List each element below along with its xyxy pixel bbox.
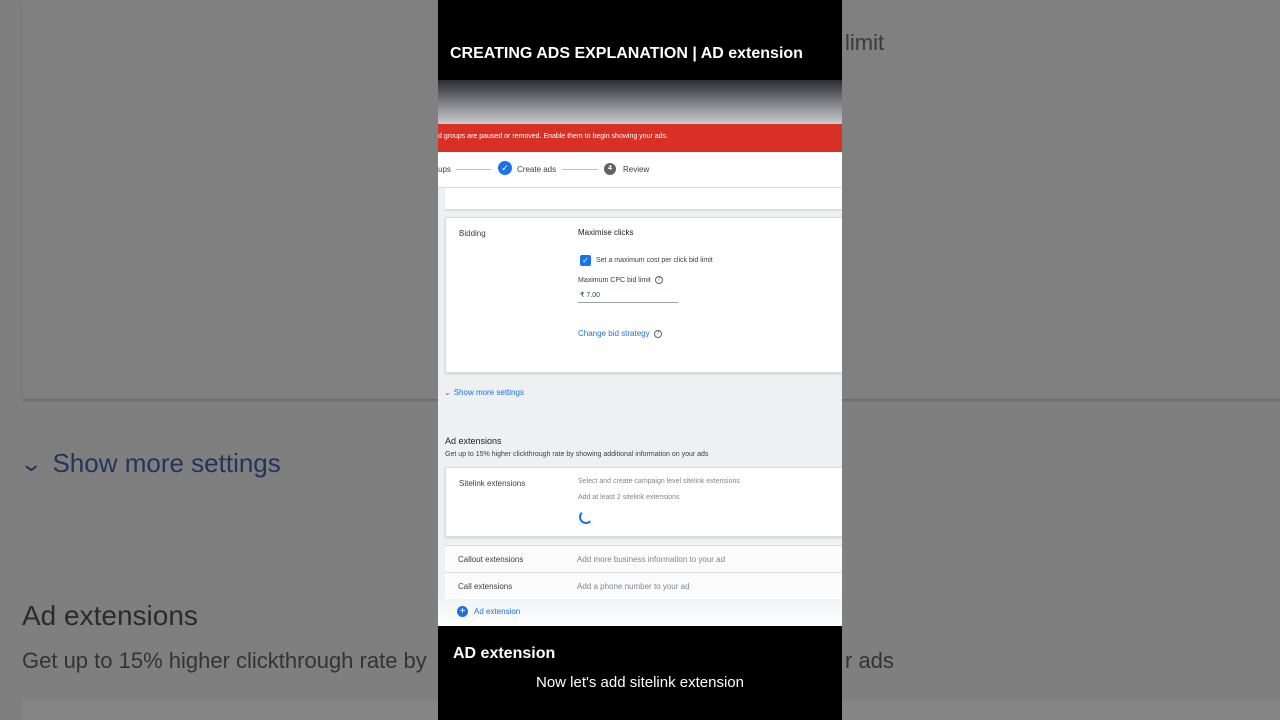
background-show-more-label: Show more settings: [52, 448, 281, 478]
caption-bar: AD extension Now let's add sitelink exte…: [438, 626, 842, 720]
chevron-down-icon: ⌄: [444, 388, 451, 397]
max-cpc-input-underline: [578, 302, 678, 303]
background-ad-extensions-title: Ad extensions: [22, 600, 198, 631]
caption-title: AD extension: [453, 645, 556, 662]
video-frame: CREATING ADS EXPLANATION | AD extension …: [438, 0, 842, 720]
bidding-label: Bidding: [459, 229, 486, 238]
call-extensions-desc: Add a phone number to your ad: [577, 582, 690, 591]
background-ads-fragment: r ads: [845, 648, 894, 673]
step-divider: [456, 169, 492, 170]
chevron-down-icon: ⌄: [19, 450, 44, 476]
screen-header: [438, 80, 842, 124]
bid-strategy-value: Maximise clicks: [578, 228, 634, 237]
step-ad-groups[interactable]: ups: [438, 165, 451, 174]
step-divider: [562, 169, 598, 170]
max-cpc-label: Maximum CPC bid limit?: [578, 276, 663, 284]
ads-screen: d groups are paused or removed. Enable t…: [438, 80, 842, 626]
plus-circle-icon: +: [457, 606, 468, 617]
step-create-ads[interactable]: Create ads: [517, 165, 556, 174]
max-cpc-label-text: Maximum CPC bid limit: [578, 276, 651, 284]
add-ad-extension-button[interactable]: + Ad extension: [457, 606, 520, 617]
background-show-more: ⌄ Show more settings: [19, 448, 281, 479]
sitelink-extensions-hint: Select and create campaign level sitelin…: [578, 478, 740, 485]
change-bid-strategy-label[interactable]: Change bid strategy: [578, 329, 650, 338]
help-icon[interactable]: ?: [654, 276, 663, 284]
show-more-settings-label[interactable]: Show more settings: [454, 388, 524, 397]
max-cpc-input[interactable]: ₹ 7.00: [580, 291, 600, 299]
step-number-badge: 4: [604, 163, 616, 175]
ad-extensions-subtitle: Get up to 15% higher clickthrough rate b…: [445, 451, 709, 458]
caption-subtitle: Now let's add sitelink extension: [536, 674, 744, 691]
step-review[interactable]: Review: [623, 165, 649, 174]
bidding-card: Bidding Maximise clicks ✓ Set a maximum …: [445, 217, 842, 373]
callout-extensions-desc: Add more business information to your ad: [577, 555, 726, 564]
show-more-settings-link[interactable]: ⌄ Show more settings: [444, 388, 524, 397]
background-limit-text: limit: [845, 30, 885, 55]
loading-spinner-icon: [579, 510, 593, 524]
max-cpc-checkbox-label[interactable]: Set a maximum cost per click bid limit: [596, 257, 713, 264]
title-bar: CREATING ADS EXPLANATION | AD extension: [438, 0, 842, 80]
background-ad-extensions-subtitle: Get up to 15% higher clickthrough rate b…: [22, 648, 427, 673]
sitelink-extensions-label: Sitelink extensions: [459, 479, 526, 488]
video-title: CREATING ADS EXPLANATION | AD extension: [450, 45, 803, 62]
callout-extensions-label: Callout extensions: [458, 555, 524, 564]
call-extensions-row[interactable]: Call extensions Add a phone number to yo…: [445, 572, 842, 599]
settings-card-top: [445, 188, 842, 210]
add-ad-extension-label[interactable]: Ad extension: [474, 607, 520, 616]
paused-alert-banner: d groups are paused or removed. Enable t…: [438, 124, 842, 152]
help-icon[interactable]: ?: [653, 329, 662, 338]
sitelink-extensions-requirement: Add at least 2 sitelink extensions: [578, 494, 680, 501]
campaign-stepper: ups ✓ Create ads 4 Review: [438, 152, 842, 188]
change-bid-strategy-link[interactable]: Change bid strategy?: [578, 329, 662, 338]
call-extensions-label: Call extensions: [458, 582, 513, 591]
ad-extensions-title: Ad extensions: [445, 436, 502, 446]
check-circle-icon: ✓: [498, 161, 512, 175]
callout-extensions-row[interactable]: Callout extensions Add more business inf…: [445, 545, 842, 572]
sitelink-extensions-card[interactable]: Sitelink extensions Select and create ca…: [445, 467, 842, 537]
max-cpc-checkbox[interactable]: ✓: [580, 255, 591, 266]
